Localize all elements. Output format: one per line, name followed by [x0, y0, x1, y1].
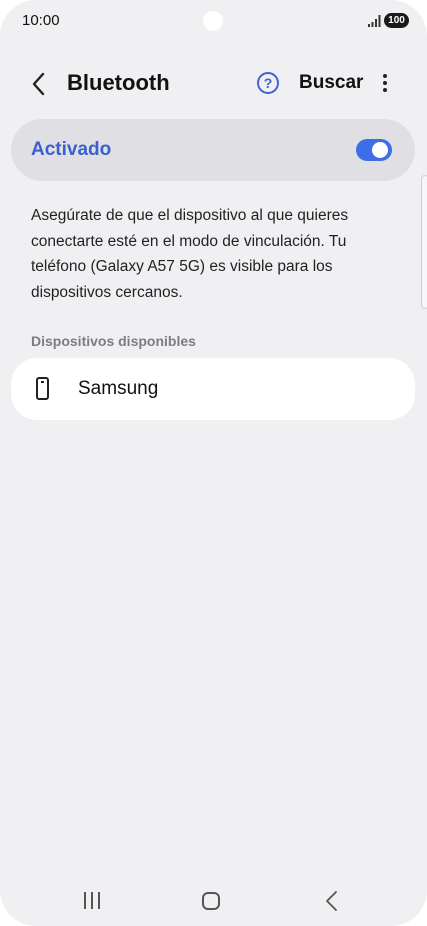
status-time: 10:00 [22, 12, 60, 29]
recents-icon[interactable] [83, 892, 101, 910]
more-vertical-icon[interactable] [378, 72, 392, 96]
bluetooth-master-toggle[interactable]: Activado [11, 119, 415, 181]
smartphone-icon [36, 377, 49, 400]
switch-knob [372, 142, 388, 158]
navigation-bar [0, 880, 427, 920]
device-item-samsung[interactable]: Samsung [11, 358, 415, 420]
available-devices-header: Dispositivos disponibles [31, 333, 196, 349]
page-title: Bluetooth [67, 70, 170, 95]
search-button[interactable]: Buscar [299, 72, 363, 94]
chevron-left-icon[interactable] [26, 70, 52, 98]
back-icon[interactable] [323, 890, 339, 912]
device-name: Samsung [78, 378, 159, 399]
app-header: Bluetooth ? Buscar [0, 58, 427, 110]
toggle-label: Activado [31, 139, 112, 160]
status-bar: 10:00 100 [0, 0, 427, 44]
phone-screen: 10:00 100 Bluetooth ? Buscar Activado As… [0, 0, 427, 926]
bluetooth-switch[interactable] [356, 139, 392, 161]
question-circle-icon[interactable]: ? [257, 72, 279, 94]
scrollbar-handle[interactable] [421, 175, 427, 309]
visibility-description: Asegúrate de que el dispositivo al que q… [31, 207, 349, 301]
camera-cutout [203, 11, 223, 31]
battery-icon: 100 [384, 13, 409, 28]
home-icon[interactable] [202, 892, 220, 910]
signal-icon [368, 15, 381, 27]
